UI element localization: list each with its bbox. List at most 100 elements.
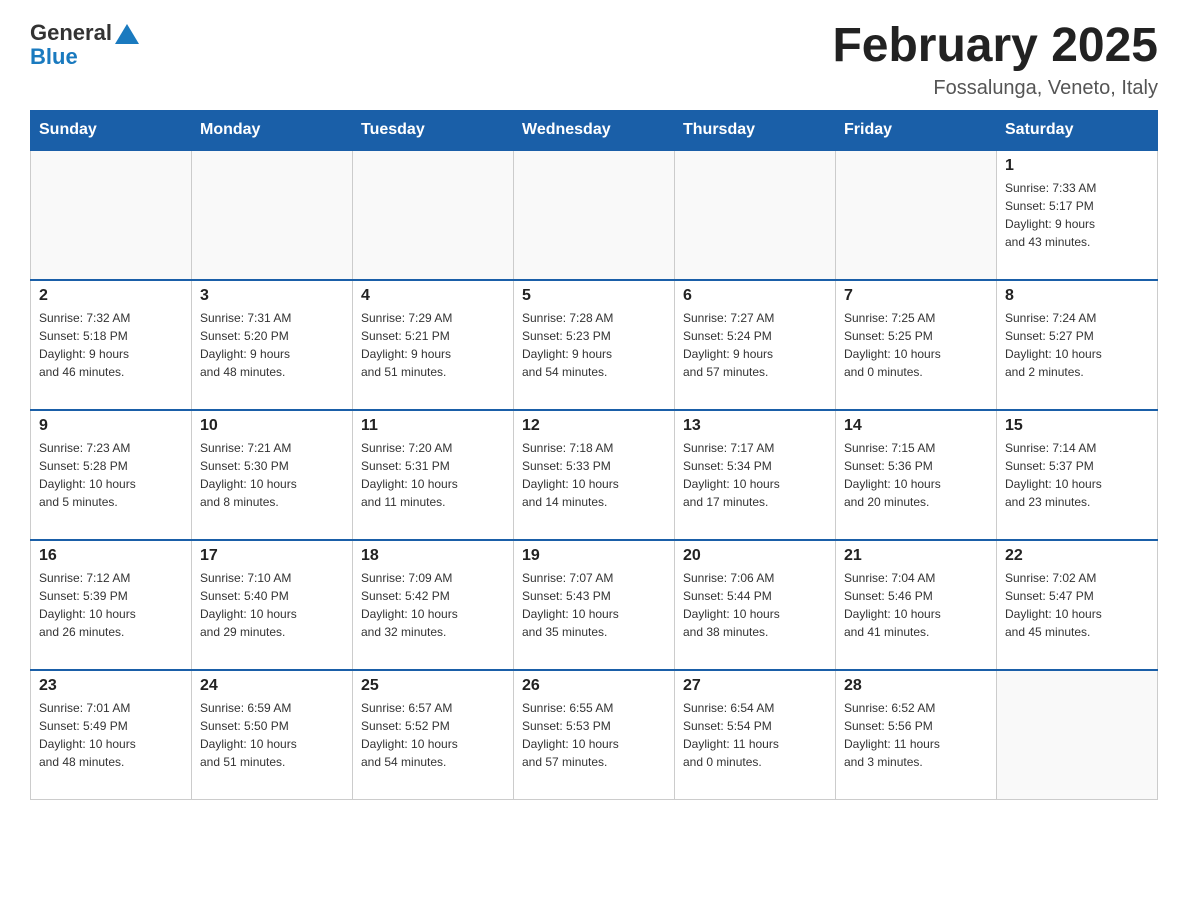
- day-number: 19: [522, 547, 666, 565]
- calendar-cell: 18 Sunrise: 7:09 AM Sunset: 5:42 PM Dayli…: [353, 540, 514, 670]
- day-info: Sunrise: 7:28 AM Sunset: 5:23 PM Dayligh…: [522, 309, 666, 381]
- calendar-cell: 21 Sunrise: 7:04 AM Sunset: 5:46 PM Dayli…: [836, 540, 997, 670]
- calendar-cell: 7Sunrise: 7:25 AM Sunset: 5:25 PM Daylig…: [836, 280, 997, 410]
- logo: General Blue: [30, 20, 139, 70]
- day-number: 28: [844, 677, 988, 695]
- weekday-header-tuesday: Tuesday: [353, 110, 514, 150]
- day-info: Sunrise: 7:17 AM Sunset: 5:34 PM Dayligh…: [683, 439, 827, 511]
- weekday-header-saturday: Saturday: [997, 110, 1158, 150]
- day-number: 5: [522, 287, 666, 305]
- day-number: 11: [361, 417, 505, 435]
- day-info: Sunrise: 7:18 AM Sunset: 5:33 PM Dayligh…: [522, 439, 666, 511]
- calendar-title: February 2025: [832, 20, 1158, 73]
- week-row-5: 23 Sunrise: 7:01 AM Sunset: 5:49 PM Dayli…: [31, 670, 1158, 800]
- day-info: Sunrise: 7:04 AM Sunset: 5:46 PM Dayligh…: [844, 569, 988, 641]
- day-number: 1: [1005, 157, 1149, 175]
- day-info: Sunrise: 7:23 AM Sunset: 5:28 PM Dayligh…: [39, 439, 183, 511]
- day-number: 22: [1005, 547, 1149, 565]
- calendar-cell: 24 Sunrise: 6:59 AM Sunset: 5:50 PM Dayli…: [192, 670, 353, 800]
- day-info: Sunrise: 7:20 AM Sunset: 5:31 PM Dayligh…: [361, 439, 505, 511]
- day-number: 3: [200, 287, 344, 305]
- day-number: 17: [200, 547, 344, 565]
- calendar-cell: 6 Sunrise: 7:27 AM Sunset: 5:24 PM Daylig…: [675, 280, 836, 410]
- day-number: 6: [683, 287, 827, 305]
- day-info: Sunrise: 7:09 AM Sunset: 5:42 PM Dayligh…: [361, 569, 505, 641]
- calendar-cell: 28 Sunrise: 6:52 AM Sunset: 5:56 PM Dayli…: [836, 670, 997, 800]
- day-number: 10: [200, 417, 344, 435]
- week-row-4: 16 Sunrise: 7:12 AM Sunset: 5:39 PM Dayli…: [31, 540, 1158, 670]
- day-number: 24: [200, 677, 344, 695]
- calendar-cell: 10 Sunrise: 7:21 AM Sunset: 5:30 PM Dayli…: [192, 410, 353, 540]
- title-section: February 2025 Fossalunga, Veneto, Italy: [832, 20, 1158, 100]
- logo-triangle-icon: [115, 24, 139, 44]
- day-info: Sunrise: 7:10 AM Sunset: 5:40 PM Dayligh…: [200, 569, 344, 641]
- calendar-cell: 1 Sunrise: 7:33 AM Sunset: 5:17 PM Daylig…: [997, 150, 1158, 280]
- day-info: Sunrise: 7:25 AM Sunset: 5:25 PM Dayligh…: [844, 309, 988, 381]
- day-number: 18: [361, 547, 505, 565]
- day-info: Sunrise: 7:33 AM Sunset: 5:17 PM Dayligh…: [1005, 179, 1149, 251]
- day-info: Sunrise: 6:52 AM Sunset: 5:56 PM Dayligh…: [844, 699, 988, 771]
- day-info: Sunrise: 7:27 AM Sunset: 5:24 PM Dayligh…: [683, 309, 827, 381]
- calendar-cell: 9 Sunrise: 7:23 AM Sunset: 5:28 PM Daylig…: [31, 410, 192, 540]
- day-info: Sunrise: 7:06 AM Sunset: 5:44 PM Dayligh…: [683, 569, 827, 641]
- day-number: 2: [39, 287, 183, 305]
- day-number: 4: [361, 287, 505, 305]
- weekday-header-sunday: Sunday: [31, 110, 192, 150]
- weekday-header-monday: Monday: [192, 110, 353, 150]
- day-number: 14: [844, 417, 988, 435]
- calendar-cell: 19 Sunrise: 7:07 AM Sunset: 5:43 PM Dayli…: [514, 540, 675, 670]
- weekday-header-row: SundayMondayTuesdayWednesdayThursdayFrid…: [31, 110, 1158, 150]
- day-info: Sunrise: 7:32 AM Sunset: 5:18 PM Dayligh…: [39, 309, 183, 381]
- calendar-cell: 26Sunrise: 6:55 AM Sunset: 5:53 PM Dayli…: [514, 670, 675, 800]
- calendar-subtitle: Fossalunga, Veneto, Italy: [832, 77, 1158, 100]
- page-header: General Blue February 2025 Fossalunga, V…: [30, 20, 1158, 100]
- day-info: Sunrise: 6:54 AM Sunset: 5:54 PM Dayligh…: [683, 699, 827, 771]
- calendar-cell: 4Sunrise: 7:29 AM Sunset: 5:21 PM Daylig…: [353, 280, 514, 410]
- day-number: 27: [683, 677, 827, 695]
- weekday-header-wednesday: Wednesday: [514, 110, 675, 150]
- day-info: Sunrise: 7:14 AM Sunset: 5:37 PM Dayligh…: [1005, 439, 1149, 511]
- calendar-cell: 22 Sunrise: 7:02 AM Sunset: 5:47 PM Dayli…: [997, 540, 1158, 670]
- calendar-cell: [353, 150, 514, 280]
- day-info: Sunrise: 6:55 AM Sunset: 5:53 PM Dayligh…: [522, 699, 666, 771]
- calendar-cell: 17 Sunrise: 7:10 AM Sunset: 5:40 PM Dayli…: [192, 540, 353, 670]
- day-info: Sunrise: 7:07 AM Sunset: 5:43 PM Dayligh…: [522, 569, 666, 641]
- day-info: Sunrise: 7:31 AM Sunset: 5:20 PM Dayligh…: [200, 309, 344, 381]
- day-number: 12: [522, 417, 666, 435]
- calendar-cell: 12 Sunrise: 7:18 AM Sunset: 5:33 PM Dayli…: [514, 410, 675, 540]
- day-info: Sunrise: 7:12 AM Sunset: 5:39 PM Dayligh…: [39, 569, 183, 641]
- calendar-cell: 14 Sunrise: 7:15 AM Sunset: 5:36 PM Dayli…: [836, 410, 997, 540]
- week-row-3: 9 Sunrise: 7:23 AM Sunset: 5:28 PM Daylig…: [31, 410, 1158, 540]
- day-number: 13: [683, 417, 827, 435]
- calendar-cell: 13 Sunrise: 7:17 AM Sunset: 5:34 PM Dayli…: [675, 410, 836, 540]
- calendar-cell: [31, 150, 192, 280]
- calendar-cell: 15Sunrise: 7:14 AM Sunset: 5:37 PM Dayli…: [997, 410, 1158, 540]
- day-number: 21: [844, 547, 988, 565]
- calendar-cell: 27 Sunrise: 6:54 AM Sunset: 5:54 PM Dayli…: [675, 670, 836, 800]
- calendar-cell: [836, 150, 997, 280]
- calendar-cell: 23 Sunrise: 7:01 AM Sunset: 5:49 PM Dayli…: [31, 670, 192, 800]
- logo-blue-text: Blue: [30, 44, 78, 69]
- calendar-cell: 2 Sunrise: 7:32 AM Sunset: 5:18 PM Daylig…: [31, 280, 192, 410]
- weekday-header-thursday: Thursday: [675, 110, 836, 150]
- calendar-table: SundayMondayTuesdayWednesdayThursdayFrid…: [30, 110, 1158, 801]
- day-info: Sunrise: 7:02 AM Sunset: 5:47 PM Dayligh…: [1005, 569, 1149, 641]
- day-info: Sunrise: 7:01 AM Sunset: 5:49 PM Dayligh…: [39, 699, 183, 771]
- day-number: 25: [361, 677, 505, 695]
- logo-general-text: General: [30, 20, 112, 46]
- calendar-cell: 20Sunrise: 7:06 AM Sunset: 5:44 PM Dayli…: [675, 540, 836, 670]
- calendar-cell: [192, 150, 353, 280]
- calendar-cell: 5 Sunrise: 7:28 AM Sunset: 5:23 PM Daylig…: [514, 280, 675, 410]
- day-number: 16: [39, 547, 183, 565]
- day-info: Sunrise: 7:15 AM Sunset: 5:36 PM Dayligh…: [844, 439, 988, 511]
- calendar-cell: 8Sunrise: 7:24 AM Sunset: 5:27 PM Daylig…: [997, 280, 1158, 410]
- day-info: Sunrise: 6:59 AM Sunset: 5:50 PM Dayligh…: [200, 699, 344, 771]
- calendar-cell: [675, 150, 836, 280]
- day-number: 23: [39, 677, 183, 695]
- weekday-header-friday: Friday: [836, 110, 997, 150]
- day-info: Sunrise: 6:57 AM Sunset: 5:52 PM Dayligh…: [361, 699, 505, 771]
- week-row-1: 1 Sunrise: 7:33 AM Sunset: 5:17 PM Daylig…: [31, 150, 1158, 280]
- day-number: 9: [39, 417, 183, 435]
- day-number: 8: [1005, 287, 1149, 305]
- day-info: Sunrise: 7:21 AM Sunset: 5:30 PM Dayligh…: [200, 439, 344, 511]
